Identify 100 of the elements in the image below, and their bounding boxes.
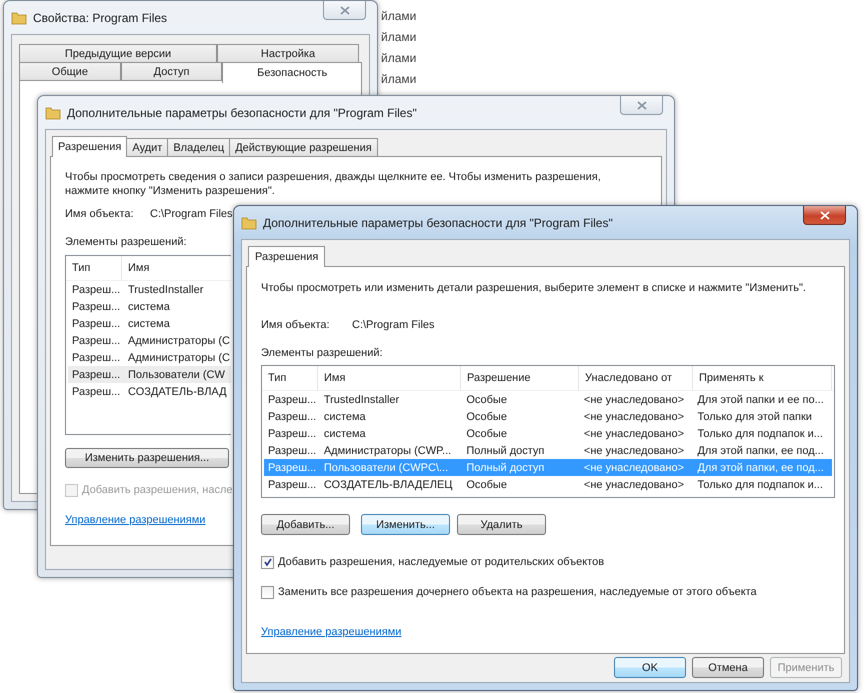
tab[interactable]: Общие	[19, 62, 121, 80]
table-cell-text: система	[322, 410, 367, 422]
table-cell-text: система	[127, 318, 171, 330]
folder-icon	[241, 214, 257, 230]
file-type-text: йлами	[381, 51, 416, 65]
table-cell-text: <не унаследовано>	[582, 394, 686, 406]
table-cell-text: Пользователи (CW	[127, 368, 226, 380]
table-row[interactable]: Разреш... TrustedInstaller	[68, 281, 231, 298]
table-row[interactable]: Разреш... СОЗДАТЕЛЬ-ВЛАДЕЛЕЦ Особые <не унаследовано> Только для подпапок и...	[264, 476, 832, 493]
table-row[interactable]: Разреш... СОЗДАТЕЛЬ-ВЛАД	[68, 383, 231, 400]
table-cell-text: Администраторы (C	[127, 334, 230, 346]
table-cell-text: Разреш...	[267, 428, 318, 440]
close-icon	[636, 100, 646, 110]
window-title: Дополнительные параметры безопасности для "Program Files"	[263, 216, 613, 230]
table-cell-text: Администраторы (C	[127, 352, 230, 364]
checkbox-label: Добавить разрешения, насле	[82, 483, 233, 497]
tab[interactable]: Аудит	[126, 138, 168, 156]
table-cell-text: Разреш...	[71, 386, 122, 398]
edit-permissions-button[interactable]: Изменить разрешения...	[65, 448, 229, 468]
table-row[interactable]: Разреш... Администраторы (C	[68, 349, 231, 366]
table-cell-text: Разреш...	[267, 444, 318, 456]
table-cell-text: Только для подпапок и...	[696, 478, 824, 490]
tab[interactable]: Владелец	[167, 138, 230, 156]
checkbox[interactable]	[261, 586, 274, 598]
action-button[interactable]: Изменить...	[361, 514, 450, 535]
table-cell-text: Только для этой папки	[696, 410, 813, 422]
table-cell-text: Особые	[465, 478, 508, 490]
list-label: Элементы разрешений:	[261, 346, 383, 360]
instruction-text: Чтобы просмотреть или изменить детали разрешения, выберите элемент в списке и нажмите "Изменить".	[261, 281, 806, 295]
object-name-label: Имя объекта:	[261, 318, 331, 332]
manage-permissions-link[interactable]: Управление разрешениями	[261, 625, 402, 639]
column-header[interactable]: Унаследовано от	[579, 366, 693, 390]
file-type-text: йлами	[381, 72, 416, 86]
table-cell-text: Для этой папки, ее под...	[696, 462, 825, 474]
tab[interactable]: Разрешения	[248, 246, 326, 267]
table-cell-text: Разреш...	[71, 368, 122, 380]
table-cell-text: Разреш...	[71, 352, 122, 364]
close-button[interactable]	[803, 206, 846, 225]
action-button[interactable]: Добавить...	[261, 514, 350, 535]
object-name-value: C:\Program Files	[352, 318, 435, 332]
table-cell-text: СОЗДАТЕЛЬ-ВЛАД	[127, 386, 228, 398]
table-cell-text: система	[322, 428, 367, 440]
object-name-value: C:\Program Files	[150, 207, 233, 221]
folder-icon	[11, 10, 27, 26]
table-cell-text: Разреш...	[71, 318, 122, 330]
checkbox-label: Заменить все разрешения дочернего объекта на разрешения, наследуемые от этого объекта	[278, 585, 757, 599]
table-row[interactable]: Разреш... система	[68, 298, 231, 315]
table-cell-text: <не унаследовано>	[582, 478, 686, 490]
table-row[interactable]: Разреш... Администраторы (CWP... Полный доступ <не унаследовано> Для этой папки, ее под...	[264, 442, 832, 459]
table-cell-text: Полный доступ	[465, 444, 546, 456]
dialog-button[interactable]: Отмена	[692, 657, 764, 678]
instruction-text: Чтобы просмотреть сведения о записи разрешения, дважды щелкните ее. Чтобы изменить разрешения,	[65, 170, 601, 184]
tab[interactable]: Безопасность	[222, 62, 362, 83]
tab[interactable]: Доступ	[120, 62, 222, 80]
table-cell-text: <не унаследовано>	[582, 462, 686, 474]
close-icon	[820, 210, 830, 220]
table-cell-text: <не унаследовано>	[582, 444, 686, 456]
table-cell-text: Разреш...	[267, 478, 318, 490]
column-header[interactable]: Имя	[122, 256, 228, 280]
table-row[interactable]: Разреш... система Особые <не унаследовано> Только для этой папки	[264, 408, 832, 425]
table-cell-text: Особые	[465, 428, 508, 440]
column-header[interactable]: Тип	[66, 256, 122, 280]
checkbox[interactable]	[261, 556, 274, 568]
table-cell-text: Пользователи (CWPC\...	[322, 462, 450, 474]
file-type-text: йлами	[381, 30, 416, 44]
table-cell-text: TrustedInstaller	[322, 394, 400, 406]
table-row[interactable]: Разреш... TrustedInstaller Особые <не унаследовано> Для этой папки и ее по...	[264, 391, 832, 408]
dialog-button[interactable]: OK	[614, 657, 686, 678]
table-row[interactable]: Разреш... система	[68, 315, 231, 332]
window-title: Дополнительные параметры безопасности для "Program Files"	[67, 106, 417, 120]
table-cell-text: система	[127, 300, 171, 312]
tab[interactable]: Настройка	[217, 44, 359, 62]
instruction-text: нажмите кнопку "Изменить разрешения".	[65, 184, 276, 198]
table-row[interactable]: Разреш... Пользователи (CW	[68, 366, 231, 383]
window-title: Свойства: Program Files	[33, 10, 168, 24]
table-cell-text: Особые	[465, 410, 508, 422]
table-cell-text: Разреш...	[71, 334, 122, 346]
tab[interactable]: Разрешения	[52, 136, 128, 157]
tab[interactable]: Действующие разрешения	[229, 138, 378, 156]
table-cell-text: Для этой папки, ее под...	[696, 444, 825, 456]
close-icon	[340, 6, 350, 14]
table-cell-text: Разреш...	[267, 462, 318, 474]
folder-icon	[45, 104, 61, 120]
column-header[interactable]: Тип	[262, 366, 318, 390]
table-row[interactable]: Разреш... система Особые <не унаследовано> Только для подпапок и...	[264, 425, 832, 442]
table-cell-text: Для этой папки и ее по...	[696, 394, 825, 406]
table-cell-text: TrustedInstaller	[127, 284, 204, 296]
table-cell-text: Разреш...	[267, 394, 318, 406]
table-row[interactable]: Разреш... Администраторы (C	[68, 332, 231, 349]
tab[interactable]: Предыдущие версии	[19, 44, 217, 62]
column-header[interactable]: Разрешение	[461, 366, 579, 390]
table-cell-text: Разреш...	[267, 410, 318, 422]
column-header[interactable]: Имя	[318, 366, 461, 390]
column-header[interactable]: Применять к	[693, 366, 832, 390]
action-button[interactable]: Удалить	[457, 514, 546, 535]
table-cell-text: Разреш...	[71, 284, 122, 296]
file-type-text: йлами	[381, 9, 416, 23]
checkbox-label: Добавить разрешения, наследуемые от родительских объектов	[278, 555, 604, 569]
manage-permissions-link[interactable]: Управление разрешениями	[65, 513, 206, 527]
table-cell-text: Только для подпапок и...	[696, 428, 824, 440]
